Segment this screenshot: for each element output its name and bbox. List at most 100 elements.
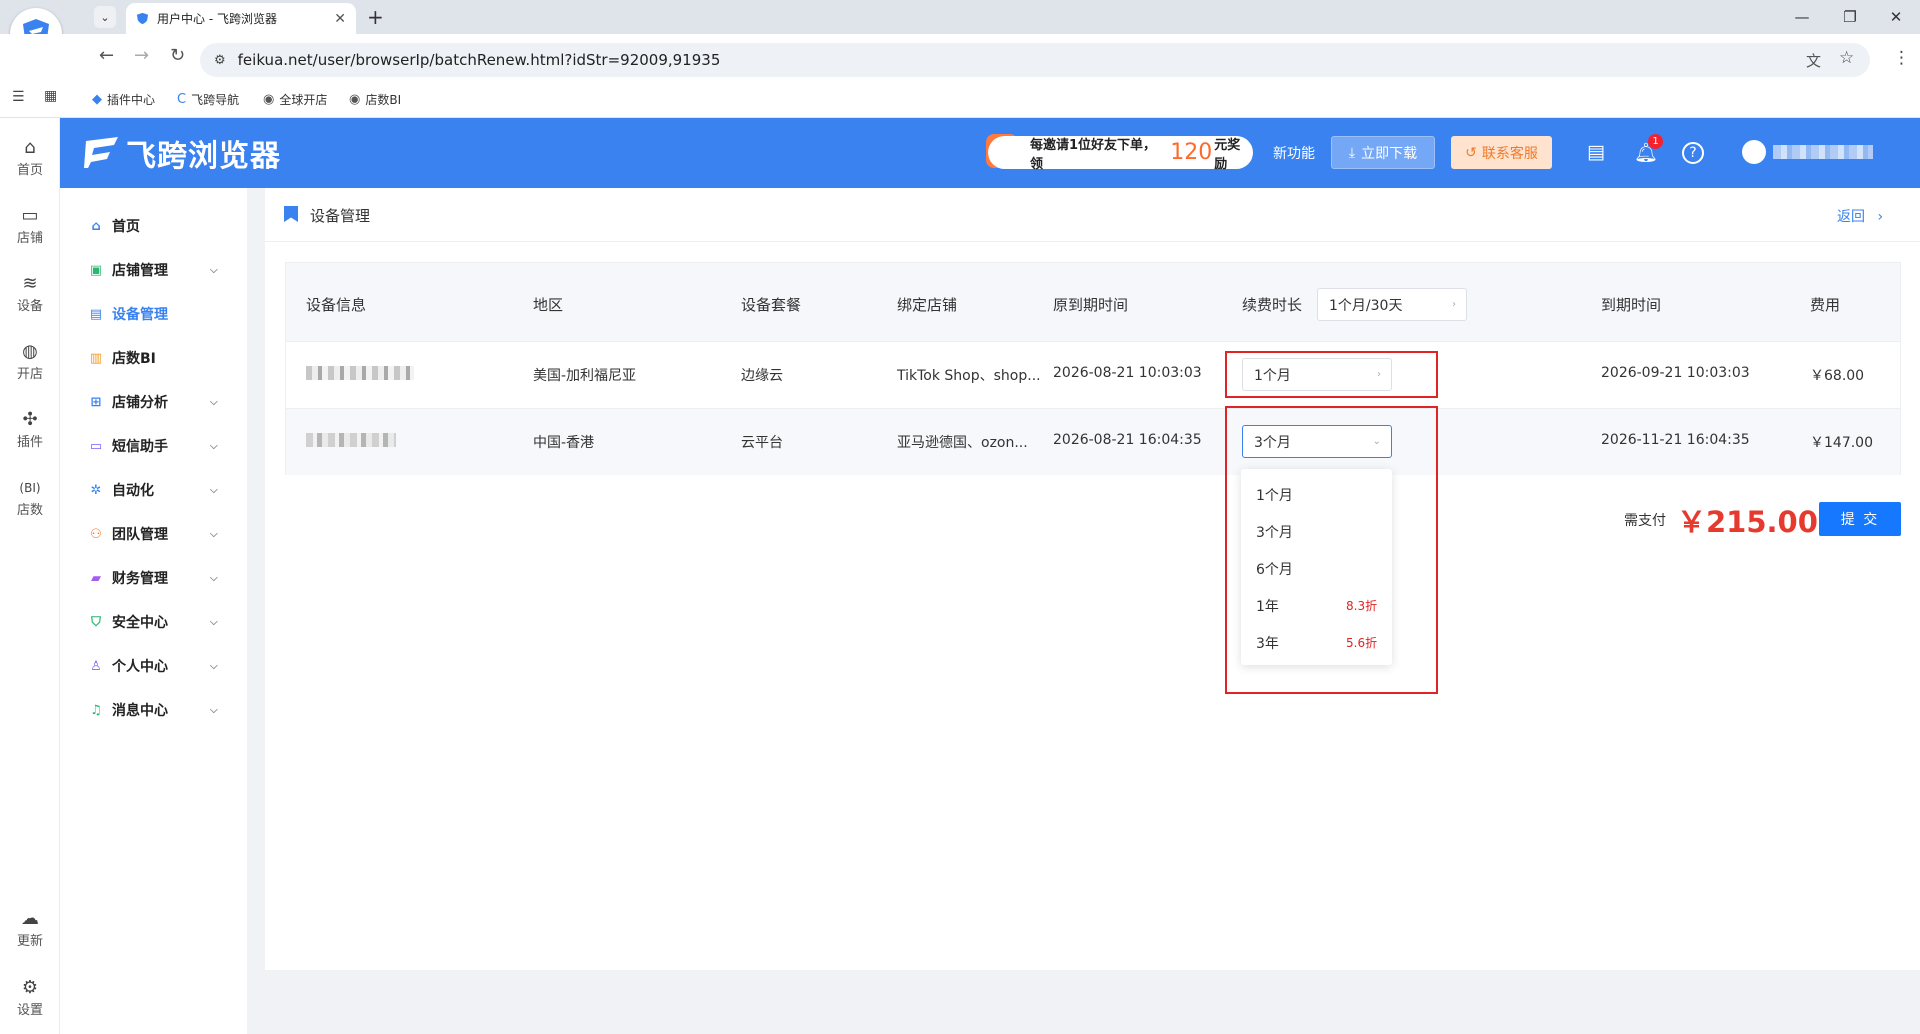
sidebar-item-device-management[interactable]: ▤ 设备管理 — [60, 292, 247, 336]
user-name-redacted[interactable] — [1773, 145, 1873, 159]
headset-icon: ↺ — [1465, 144, 1477, 161]
sidebar-item-shop-management[interactable]: ▣ 店铺管理 ⌵ — [60, 248, 247, 292]
translate-icon[interactable]: 文 — [1806, 50, 1821, 71]
rail-update[interactable]: ☁ 更新 — [0, 908, 60, 949]
minimize-icon[interactable]: — — [1782, 4, 1822, 30]
invite-banner[interactable]: 每邀请1位好友下单，领 120 元奖励 — [988, 136, 1253, 172]
row-duration-select-open[interactable]: 3个月 ⌄ — [1242, 425, 1392, 458]
rail-home[interactable]: ⌂ 首页 — [0, 137, 60, 178]
new-tab-icon[interactable]: + — [367, 6, 384, 28]
dropdown-option[interactable]: 1个月 — [1256, 485, 1376, 505]
chevron-down-icon: ⌵ — [210, 572, 218, 584]
url-bar[interactable]: ⚙ feikua.net/user/browserIp/batchRenew.h… — [200, 43, 1870, 77]
back-link[interactable]: 返回 › — [1837, 206, 1883, 226]
globe-icon: ◉ — [349, 92, 361, 107]
th-device-info: 设备信息 — [306, 296, 367, 314]
rail-open-store[interactable]: ◍ 开店 — [0, 341, 60, 382]
site-info-icon[interactable]: ⚙ — [214, 53, 226, 68]
bulk-duration-select[interactable]: 1个月/30天 › — [1317, 288, 1467, 321]
new-features-link[interactable]: 新功能 — [1273, 143, 1315, 163]
dropdown-option[interactable]: 3年 — [1256, 633, 1336, 653]
sidebar-item-automation[interactable]: ✲ 自动化 ⌵ — [60, 468, 247, 512]
th-bound-shop: 绑定店铺 — [897, 296, 958, 314]
avatar[interactable] — [1742, 140, 1766, 164]
home-icon: ⌂ — [91, 218, 101, 234]
restore-icon[interactable]: ❐ — [1830, 4, 1870, 30]
layers-icon: ≋ — [22, 273, 38, 294]
cell-new-expiry: 2026-11-21 16:04:35 — [1601, 432, 1750, 448]
sidebar-item-security[interactable]: ⛉ 安全中心 ⌵ — [60, 600, 247, 644]
sidebar-item-sms[interactable]: ▭ 短信助手 ⌵ — [60, 424, 247, 468]
chevron-right-icon: › — [1452, 299, 1456, 310]
chart-icon: ▥ — [89, 350, 103, 366]
cell-fee: ￥147.00 — [1810, 435, 1873, 451]
notification-badge: 1 — [1648, 134, 1663, 149]
help-icon[interactable]: ? — [1682, 142, 1704, 164]
shop-icon: ▭ — [21, 205, 39, 226]
rail-shop[interactable]: ▭ 店铺 — [0, 205, 60, 246]
contact-service-button[interactable]: ↺ 联系客服 — [1451, 136, 1552, 169]
tab-search-chevron-icon[interactable]: ⌄ — [94, 6, 116, 28]
rail-device[interactable]: ≋ 设备 — [0, 273, 60, 314]
rail-plugin[interactable]: ✣ 插件 — [0, 409, 60, 450]
brand-logo[interactable]: 飞跨浏览器 — [82, 130, 281, 176]
sidebar-item-shop-analysis[interactable]: ⊞ 店铺分析 ⌵ — [60, 380, 247, 424]
dropdown-option[interactable]: 3个月 — [1256, 522, 1376, 542]
submit-button[interactable]: 提 交 — [1819, 502, 1901, 536]
bi-icon: (BI) — [19, 481, 41, 495]
sidebar-item-team[interactable]: ⚇ 团队管理 ⌵ — [60, 512, 247, 556]
cell-plan: 边缘云 — [741, 368, 783, 384]
dropdown-option[interactable]: 6个月 — [1256, 559, 1376, 579]
device-info-redacted — [306, 433, 396, 447]
analysis-icon: ⊞ — [90, 394, 102, 410]
chevron-down-icon: ⌵ — [210, 396, 218, 408]
browser-tab[interactable]: 用户中心 - 飞跨浏览器 ✕ — [126, 3, 356, 34]
sidebar-item-shop-bi[interactable]: ▥ 店数BI — [60, 336, 247, 380]
window-close-icon[interactable]: ✕ — [1876, 4, 1916, 30]
chevron-down-icon: ⌵ — [210, 484, 218, 496]
rail-bi[interactable]: (BI) 店数 — [0, 477, 60, 518]
chevron-down-icon: ⌵ — [210, 704, 218, 716]
dropdown-option[interactable]: 1年 — [1256, 596, 1336, 616]
apps-grid-icon[interactable]: ▦ — [44, 88, 57, 104]
chevron-down-icon: ⌵ — [210, 440, 218, 452]
th-fee: 费用 — [1810, 296, 1841, 314]
page-title: 设备管理 — [310, 207, 371, 225]
document-icon[interactable]: ▤ — [1587, 141, 1605, 163]
tab-close-icon[interactable]: ✕ — [334, 11, 346, 27]
sidebar-item-finance[interactable]: ▰ 财务管理 ⌵ — [60, 556, 247, 600]
breadcrumb — [265, 188, 1920, 242]
rail-settings[interactable]: ⚙ 设置 — [0, 977, 60, 1018]
bookmark-global-shop[interactable]: ◉ 全球开店 — [263, 91, 327, 108]
sidebar-item-profile[interactable]: ♙ 个人中心 ⌵ — [60, 644, 247, 688]
chevron-down-icon: ⌵ — [210, 264, 218, 276]
bookmark-feikua-nav[interactable]: C 飞跨导航 — [177, 91, 239, 108]
cell-shops: TikTok Shop、shop... — [897, 368, 1041, 384]
sidebar-item-home[interactable]: ⌂ 首页 — [60, 204, 247, 248]
th-region: 地区 — [533, 296, 564, 314]
team-icon: ⚇ — [90, 526, 102, 542]
discount-tag: 8.3折 — [1346, 599, 1378, 613]
forward-arrow-icon[interactable]: → — [134, 45, 149, 66]
c-logo-icon: C — [177, 92, 187, 107]
cell-region: 美国-加利福尼亚 — [533, 368, 637, 384]
reload-icon[interactable]: ↻ — [170, 45, 185, 66]
sidebar-item-messages[interactable]: ♫ 消息中心 ⌵ — [60, 688, 247, 732]
bookmark-shop-bi[interactable]: ◉ 店数BI — [349, 91, 401, 108]
back-arrow-icon[interactable]: ← — [99, 45, 114, 66]
browser-menu-icon[interactable]: ⋮ — [1893, 48, 1910, 68]
globe-icon: ◉ — [263, 92, 275, 107]
reading-list-icon[interactable]: ☰ — [12, 89, 25, 105]
brand-shield-icon — [84, 137, 118, 168]
discount-tag: 5.6折 — [1346, 636, 1378, 650]
download-button[interactable]: ⤓ 立即下载 — [1331, 136, 1435, 169]
puzzle-icon: ✣ — [22, 409, 38, 430]
th-new-expiry: 到期时间 — [1601, 296, 1662, 314]
bookmark-star-icon[interactable]: ☆ — [1839, 48, 1854, 68]
row-duration-select[interactable]: 1个月 › — [1242, 358, 1392, 391]
cell-new-expiry: 2026-09-21 10:03:03 — [1601, 365, 1750, 381]
device-icon: ▤ — [89, 306, 103, 322]
bookmark-plugin-center[interactable]: ◆ 插件中心 — [92, 91, 155, 108]
home-icon: ⌂ — [24, 137, 36, 158]
cell-fee: ￥68.00 — [1810, 368, 1865, 384]
